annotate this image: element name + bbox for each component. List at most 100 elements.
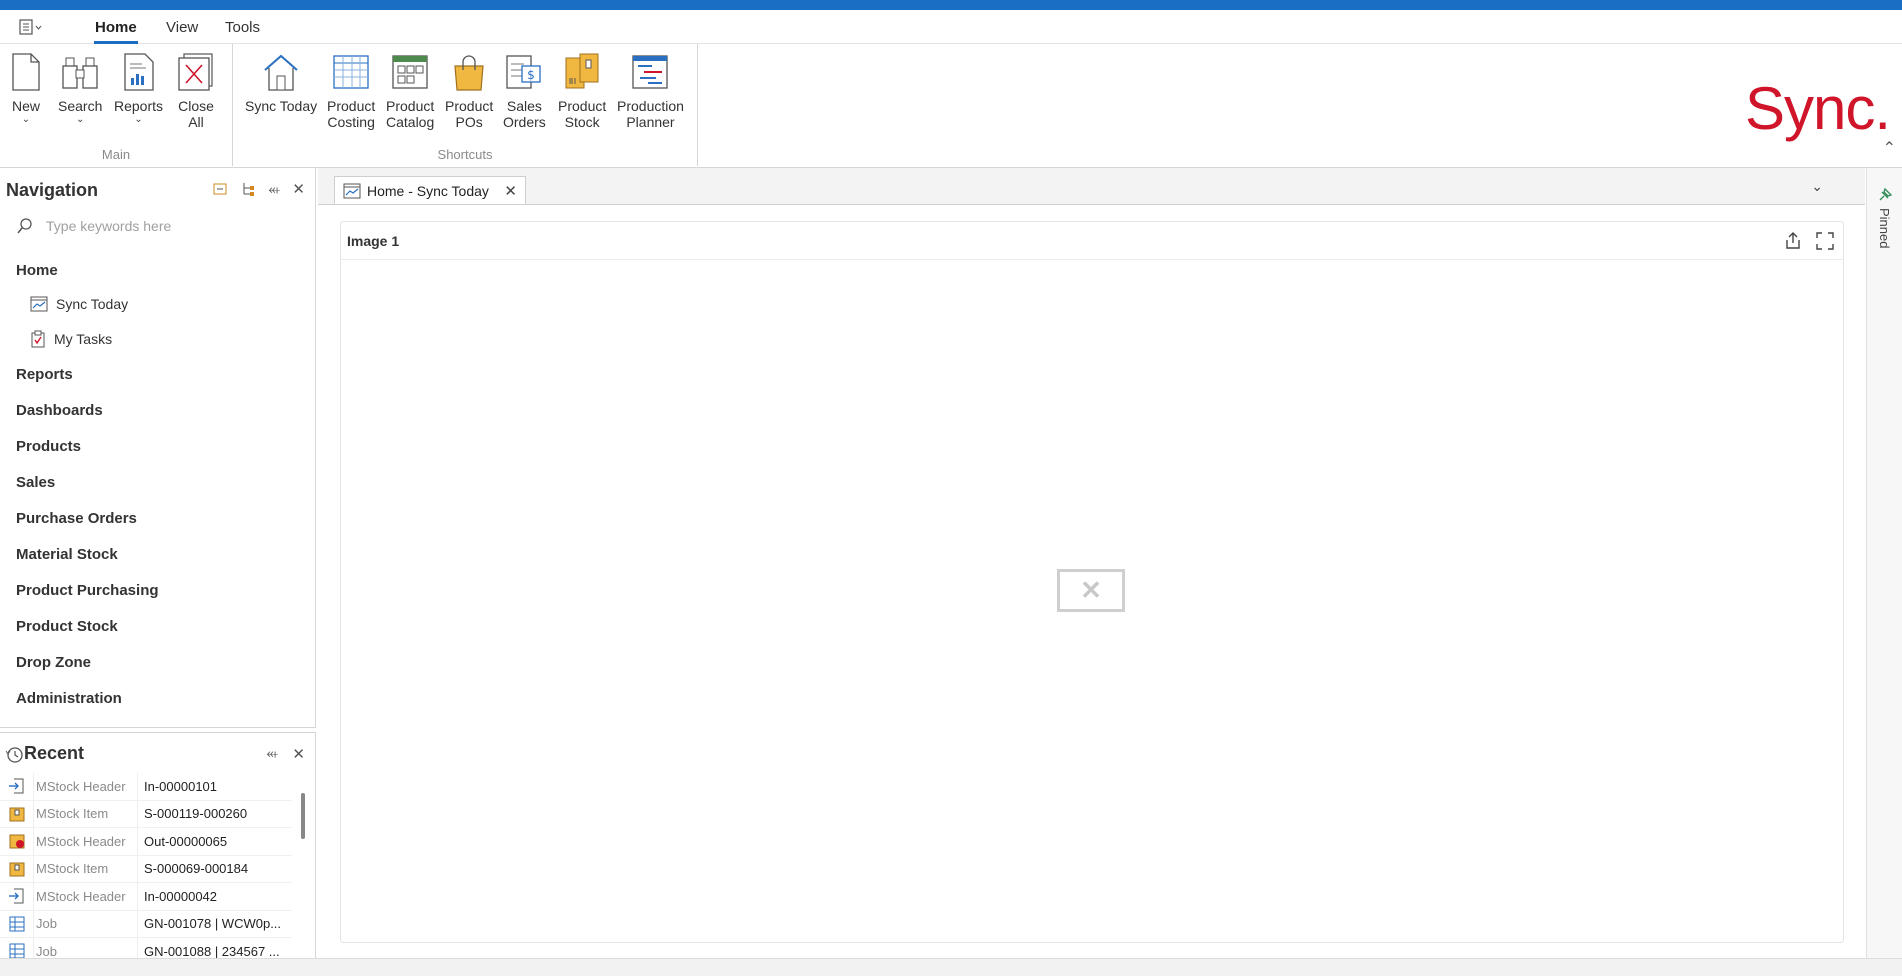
stock-item-icon	[0, 855, 34, 882]
nav-group-products[interactable]: Products	[0, 428, 314, 464]
home-icon	[264, 54, 298, 91]
list-item[interactable]: MStock Header In-00000042	[0, 883, 292, 911]
recent-type: MStock Item	[34, 855, 138, 882]
tab-home-sync-today[interactable]: Home - Sync Today ✕	[334, 176, 526, 204]
collapse-ribbon-button[interactable]: ⌃	[1883, 138, 1896, 158]
pinned-label[interactable]: Pinned	[1877, 208, 1892, 248]
sync-today-button[interactable]: Sync Today	[245, 52, 317, 114]
navigation-title: Navigation	[6, 180, 99, 200]
navigation-search	[6, 212, 306, 240]
sync-logo: Sync.	[1744, 75, 1891, 142]
navigation-list: Home Sync Today My Tasks Reports Dashboa…	[0, 254, 314, 716]
product-stock-button[interactable]: Product Stock	[558, 52, 606, 130]
reports-button[interactable]: Reports ⌄	[114, 52, 163, 125]
pin-icon[interactable]: ⬴	[268, 181, 280, 198]
nav-group-material-stock[interactable]: Material Stock	[0, 536, 314, 572]
list-item[interactable]: Job GN-001078 | WCW0p...	[0, 910, 292, 938]
nav-group-purchase-orders[interactable]: Purchase Orders	[0, 500, 314, 536]
svg-text:$: $	[528, 68, 536, 82]
sync-today-button-label: Sync Today	[245, 98, 318, 114]
collapse-all-icon[interactable]	[212, 181, 228, 197]
search-input[interactable]	[46, 218, 306, 234]
tab-label: Home - Sync Today	[367, 182, 489, 199]
nav-group-sales[interactable]: Sales	[0, 464, 314, 500]
nav-group-administration[interactable]: Administration	[0, 680, 314, 716]
new-button-label: New	[11, 98, 40, 114]
list-item[interactable]: MStock Header In-00000101	[0, 773, 292, 801]
recent-type: MStock Header	[34, 828, 138, 855]
pin-icon[interactable]	[1876, 186, 1894, 204]
product-catalog-button-label: Product Catalog	[386, 98, 435, 130]
ribbon-group-shortcuts: Sync Today Product Costing Product Catal…	[233, 44, 698, 166]
maximize-icon[interactable]	[1815, 231, 1835, 251]
tab-home[interactable]: Home	[94, 19, 138, 44]
product-costing-button-label: Product Costing	[327, 98, 376, 130]
nav-group-product-purchasing[interactable]: Product Purchasing	[0, 572, 314, 608]
recent-scrollbar[interactable]	[301, 793, 305, 839]
product-pos-button[interactable]: Product POs	[445, 52, 493, 130]
sales-orders-button[interactable]: $ Sales Orders	[503, 52, 546, 130]
recent-value: In-00000042	[144, 888, 218, 904]
app-menu-icon	[19, 19, 42, 35]
recent-type: MStock Item	[34, 800, 138, 827]
ribbon: New ⌄ Search ⌄ Reports ⌄ Close All Main …	[0, 44, 1902, 168]
product-catalog-button[interactable]: Product Catalog	[386, 52, 434, 130]
recent-value: Out-00000065	[144, 833, 228, 849]
recent-pane: Recent ⬴ ✕ MStock Header In-00000101 MSt…	[0, 732, 316, 966]
navigation-pane: Navigation ⬴ ✕ Home Syn	[0, 168, 316, 728]
product-costing-button[interactable]: Product Costing	[327, 52, 375, 130]
close-icon[interactable]: ✕	[292, 745, 305, 763]
chart-window-icon	[30, 296, 48, 311]
recent-value: S-000119-000260	[144, 806, 248, 822]
sales-order-icon: $	[506, 55, 542, 89]
stock-box-icon	[565, 53, 599, 89]
nav-item-label: Sync Today	[56, 295, 129, 312]
list-item[interactable]: MStock Item S-000069-000184	[0, 855, 292, 883]
nav-group-dashboards[interactable]: Dashboards	[0, 392, 314, 428]
pin-icon[interactable]: ⬴	[266, 745, 278, 763]
chevron-down-icon: ⌄	[21, 114, 31, 125]
binoculars-icon	[62, 57, 98, 89]
image-card-title: Image 1	[341, 222, 1843, 260]
recent-type: MStock Header	[34, 773, 138, 800]
tree-view-icon[interactable]	[240, 181, 256, 197]
export-icon[interactable]	[1783, 231, 1803, 251]
document-area: Home - Sync Today ✕ ⌄ Image 1 ✕	[318, 168, 1865, 958]
nav-item-sync-today[interactable]: Sync Today	[0, 286, 314, 321]
history-icon	[5, 747, 23, 763]
search-button-label: Search	[58, 98, 103, 114]
close-all-button[interactable]: Close All	[176, 52, 216, 130]
new-document-icon	[12, 53, 40, 91]
chevron-down-icon[interactable]: ⌄	[1811, 178, 1823, 195]
recent-toolbar: ⬴ ✕	[266, 745, 305, 763]
new-button[interactable]: New ⌄	[10, 52, 42, 125]
close-icon[interactable]: ✕	[292, 180, 305, 198]
image-card: Image 1 ✕	[340, 221, 1844, 943]
product-pos-button-label: Product POs	[445, 98, 494, 130]
recent-type: MStock Header	[34, 883, 138, 910]
nav-item-my-tasks[interactable]: My Tasks	[0, 321, 314, 356]
close-all-icon	[178, 53, 213, 91]
menu-bar: Home View Tools	[0, 10, 1902, 44]
close-icon[interactable]: ✕	[504, 182, 517, 200]
nav-group-product-stock[interactable]: Product Stock	[0, 608, 314, 644]
tab-view[interactable]: View	[166, 19, 198, 36]
ribbon-group-shortcuts-label: Shortcuts	[437, 147, 493, 162]
list-item[interactable]: MStock Header Out-00000065	[0, 828, 292, 856]
recent-value: In-00000101	[144, 778, 218, 794]
list-item[interactable]: MStock Item S-000119-000260	[0, 800, 292, 828]
shopping-bag-icon	[454, 55, 484, 91]
broken-image-icon: ✕	[1057, 569, 1125, 612]
stock-in-icon	[0, 883, 34, 910]
chart-window-icon	[343, 183, 361, 198]
nav-group-home[interactable]: Home	[0, 254, 314, 286]
chevron-down-icon: ⌄	[134, 114, 143, 125]
production-planner-button[interactable]: Production Planner	[617, 52, 684, 130]
nav-group-drop-zone[interactable]: Drop Zone	[0, 644, 314, 680]
app-menu-button[interactable]	[18, 16, 48, 38]
search-button[interactable]: Search ⌄	[58, 52, 102, 125]
tab-tools[interactable]: Tools	[225, 19, 260, 36]
nav-group-reports[interactable]: Reports	[0, 356, 314, 392]
reports-button-label: Reports	[114, 98, 164, 114]
recent-value: S-000069-000184	[144, 861, 249, 877]
